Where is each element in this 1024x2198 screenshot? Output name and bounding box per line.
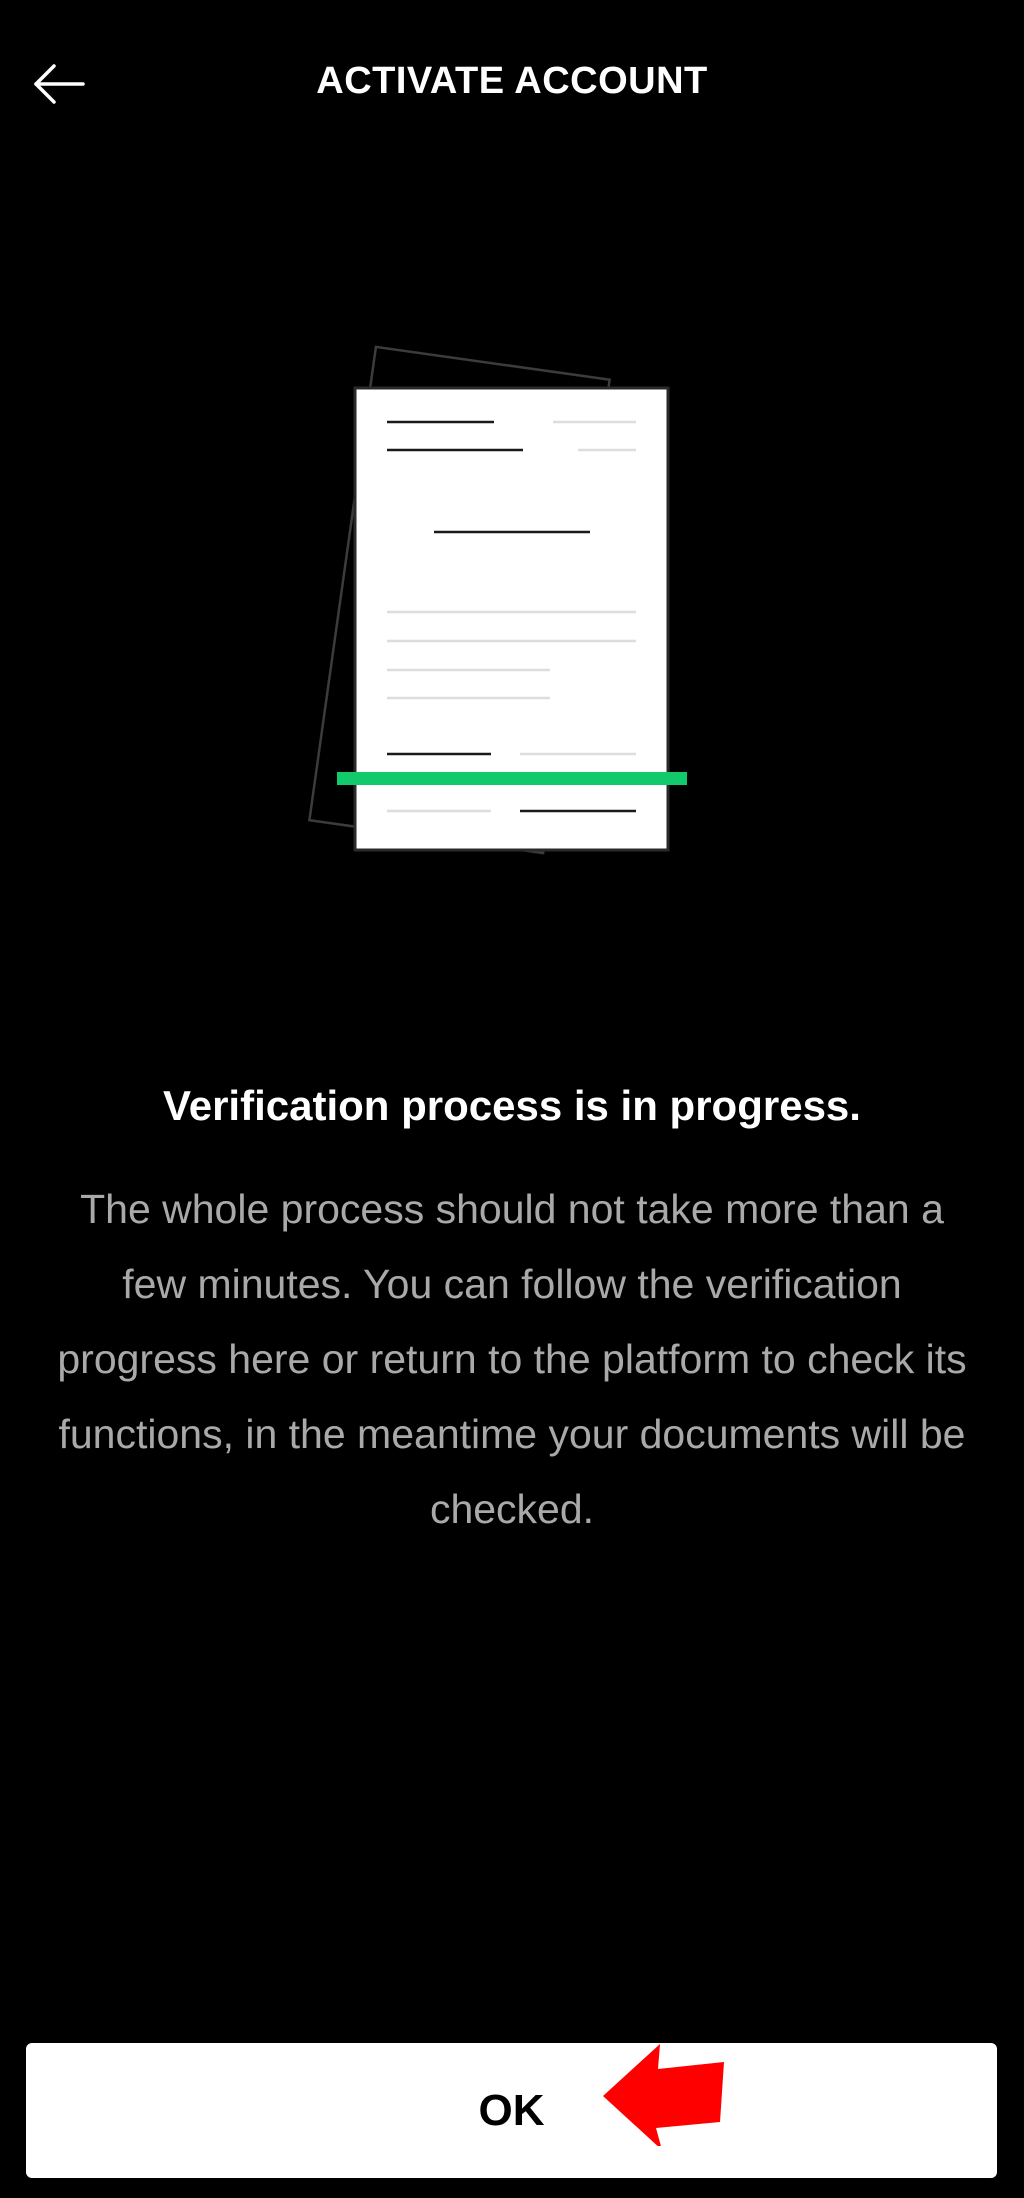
status-description: The whole process should not take more t…: [57, 1186, 967, 1532]
ok-button[interactable]: OK: [26, 2043, 997, 2178]
red-arrow-pointer-icon: [603, 2044, 724, 2146]
page-title: ACTIVATE ACCOUNT: [316, 60, 708, 102]
document-scan-illustration: [300, 340, 740, 900]
ok-button-label: OK: [478, 2085, 545, 2135]
scan-line: [337, 772, 687, 785]
header-bar: ACTIVATE ACCOUNT: [0, 0, 1024, 170]
status-heading: Verification process is in progress.: [163, 1082, 861, 1129]
